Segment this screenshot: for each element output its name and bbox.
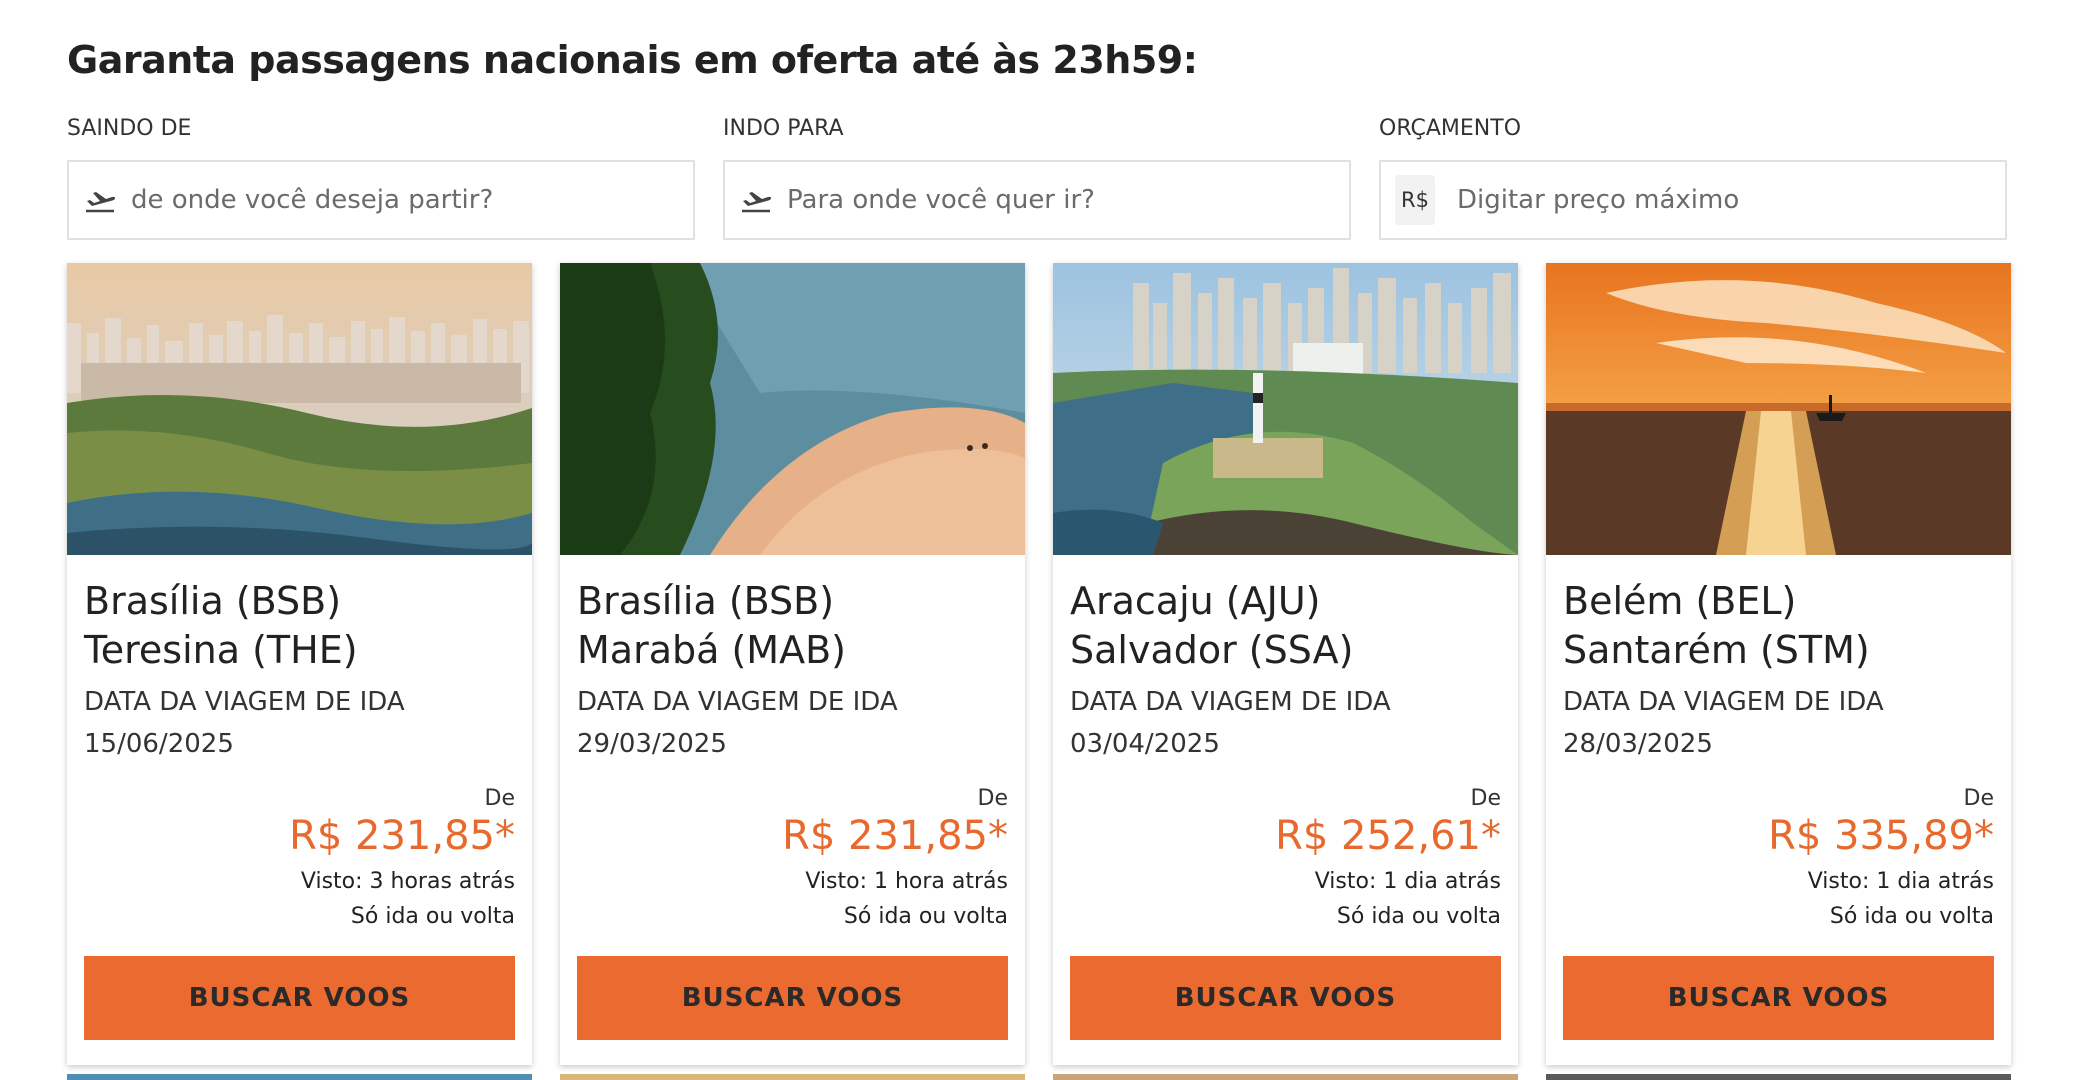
destination-photo xyxy=(67,263,532,555)
destination-input[interactable] xyxy=(785,184,1309,216)
destination-field[interactable] xyxy=(723,160,1351,240)
route: Belém (BEL) Santarém (STM) xyxy=(1563,577,1994,675)
origin-city: Belém (BEL) xyxy=(1563,579,1797,623)
seen-time: Visto: 1 dia atrás xyxy=(1314,869,1501,894)
search-flights-button[interactable]: BUSCAR VOOS xyxy=(84,956,515,1040)
trip-type: Só ida ou volta xyxy=(350,904,515,929)
origin-filter: SAINDO DE xyxy=(67,114,695,240)
date-label: DATA DA VIAGEM DE IDA xyxy=(577,687,898,717)
offer-card[interactable]: Aracaju (AJU) Salvador (SSA) DATA DA VIA… xyxy=(1053,263,1518,1065)
card-body: Aracaju (AJU) Salvador (SSA) DATA DA VIA… xyxy=(1070,555,1501,759)
next-row-preview xyxy=(67,1074,2011,1080)
destination-label: INDO PARA xyxy=(723,116,844,141)
date-label: DATA DA VIAGEM DE IDA xyxy=(1563,687,1884,717)
card-peek xyxy=(67,1074,532,1080)
search-flights-button[interactable]: BUSCAR VOOS xyxy=(577,956,1008,1040)
destination-photo xyxy=(1053,263,1518,555)
price-from-label: De xyxy=(977,786,1008,811)
price: R$ 335,89* xyxy=(1768,813,1994,859)
travel-date: 29/03/2025 xyxy=(577,729,727,759)
seen-time: Visto: 1 hora atrás xyxy=(805,869,1008,894)
destination-city: Teresina (THE) xyxy=(84,628,358,672)
trip-type: Só ida ou volta xyxy=(1829,904,1994,929)
card-peek xyxy=(1546,1074,2011,1080)
route: Brasília (BSB) Marabá (MAB) xyxy=(577,577,1008,675)
price-block: De R$ 231,85* Visto: 1 hora atrás Só ida… xyxy=(782,786,1008,929)
price-from-label: De xyxy=(484,786,515,811)
origin-label: SAINDO DE xyxy=(67,116,192,141)
travel-date: 03/04/2025 xyxy=(1070,729,1220,759)
budget-input[interactable] xyxy=(1455,184,1979,216)
route: Brasília (BSB) Teresina (THE) xyxy=(84,577,515,675)
travel-date: 15/06/2025 xyxy=(84,729,234,759)
trip-type: Só ida ou volta xyxy=(843,904,1008,929)
plane-takeoff-icon xyxy=(739,183,773,217)
budget-field[interactable]: R$ xyxy=(1379,160,2007,240)
price-from-label: De xyxy=(1963,786,1994,811)
page-title: Garanta passagens nacionais em oferta at… xyxy=(67,38,1198,82)
price-block: De R$ 335,89* Visto: 1 dia atrás Só ida … xyxy=(1768,786,1994,929)
destination-filter: INDO PARA xyxy=(723,114,1351,240)
card-peek xyxy=(1053,1074,1518,1080)
card-peek xyxy=(560,1074,1025,1080)
destination-city: Santarém (STM) xyxy=(1563,628,1870,672)
price: R$ 231,85* xyxy=(289,813,515,859)
price-block: De R$ 252,61* Visto: 1 dia atrás Só ida … xyxy=(1275,786,1501,929)
origin-field[interactable] xyxy=(67,160,695,240)
origin-city: Aracaju (AJU) xyxy=(1070,579,1321,623)
trip-type: Só ida ou volta xyxy=(1336,904,1501,929)
card-body: Brasília (BSB) Marabá (MAB) DATA DA VIAG… xyxy=(577,555,1008,759)
plane-takeoff-icon xyxy=(83,183,117,217)
route: Aracaju (AJU) Salvador (SSA) xyxy=(1070,577,1501,675)
price: R$ 252,61* xyxy=(1275,813,1501,859)
destination-photo xyxy=(560,263,1025,555)
offer-card[interactable]: Belém (BEL) Santarém (STM) DATA DA VIAGE… xyxy=(1546,263,2011,1065)
price-block: De R$ 231,85* Visto: 3 horas atrás Só id… xyxy=(289,786,515,929)
origin-city: Brasília (BSB) xyxy=(577,579,835,623)
search-filters: SAINDO DE INDO PARA ORÇAMENTO R$ xyxy=(67,114,2009,240)
price: R$ 231,85* xyxy=(782,813,1008,859)
price-from-label: De xyxy=(1470,786,1501,811)
currency-badge: R$ xyxy=(1395,175,1435,225)
budget-filter: ORÇAMENTO R$ xyxy=(1379,114,2007,240)
date-label: DATA DA VIAGEM DE IDA xyxy=(1070,687,1391,717)
seen-time: Visto: 1 dia atrás xyxy=(1807,869,1994,894)
search-flights-button[interactable]: BUSCAR VOOS xyxy=(1070,956,1501,1040)
destination-photo xyxy=(1546,263,2011,555)
date-label: DATA DA VIAGEM DE IDA xyxy=(84,687,405,717)
offer-card[interactable]: Brasília (BSB) Marabá (MAB) DATA DA VIAG… xyxy=(560,263,1025,1065)
card-body: Brasília (BSB) Teresina (THE) DATA DA VI… xyxy=(84,555,515,759)
destination-city: Marabá (MAB) xyxy=(577,628,846,672)
travel-date: 28/03/2025 xyxy=(1563,729,1713,759)
origin-input[interactable] xyxy=(129,184,653,216)
offer-card[interactable]: Brasília (BSB) Teresina (THE) DATA DA VI… xyxy=(67,263,532,1065)
seen-time: Visto: 3 horas atrás xyxy=(300,869,515,894)
origin-city: Brasília (BSB) xyxy=(84,579,342,623)
destination-city: Salvador (SSA) xyxy=(1070,628,1354,672)
budget-label: ORÇAMENTO xyxy=(1379,116,1522,141)
card-body: Belém (BEL) Santarém (STM) DATA DA VIAGE… xyxy=(1563,555,1994,759)
search-flights-button[interactable]: BUSCAR VOOS xyxy=(1563,956,1994,1040)
offer-cards: Brasília (BSB) Teresina (THE) DATA DA VI… xyxy=(67,263,2011,1065)
